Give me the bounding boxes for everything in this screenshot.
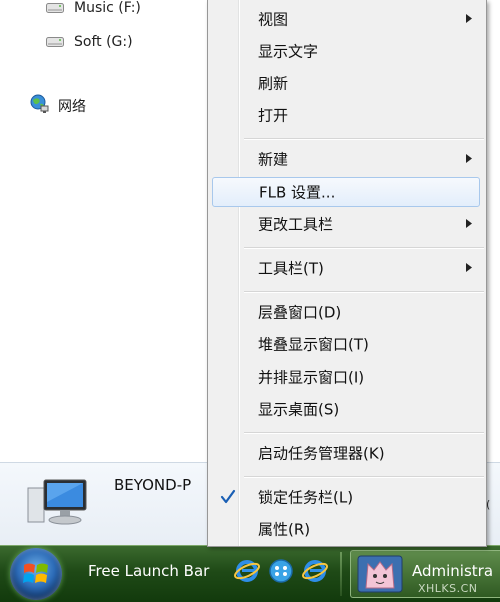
computer-icon <box>26 474 90 534</box>
menu-item-show-text[interactable]: 显示文字 <box>212 36 480 66</box>
menu-item-label: 更改工具栏 <box>258 215 334 234</box>
menu-item-properties[interactable]: 属性(R) <box>212 514 480 544</box>
submenu-arrow-icon <box>466 11 472 27</box>
free-launch-bar-label: Free Launch Bar <box>88 562 210 580</box>
menu-item-label: 工具栏(T) <box>258 259 324 278</box>
menu-item-toolbars[interactable]: 工具栏(T) <box>212 253 480 283</box>
hard-drive-icon <box>46 3 64 13</box>
menu-item-new[interactable]: 新建 <box>212 144 480 174</box>
drive-item-soft[interactable]: Soft (G:) <box>46 31 133 53</box>
menu-item-label: 新建 <box>258 150 289 169</box>
menu-item-label: 视图 <box>258 10 289 29</box>
menu-item-label: 刷新 <box>258 74 289 93</box>
menu-item-view[interactable]: 视图 <box>212 4 480 34</box>
menu-item-label: 层叠窗口(D) <box>258 303 342 322</box>
submenu-arrow-icon <box>466 260 472 276</box>
network-item[interactable]: 网络 <box>30 94 86 118</box>
network-globe-icon <box>30 94 50 118</box>
menu-item-label: FLB 设置... <box>259 183 336 202</box>
taskbar-divider <box>340 552 342 596</box>
user-avatar-icon <box>356 554 404 598</box>
menu-item-refresh[interactable]: 刷新 <box>212 68 480 98</box>
computer-name: BEYOND-P <box>114 476 192 494</box>
menu-separator <box>244 247 484 248</box>
windows-logo-icon <box>23 563 48 583</box>
menu-item-side-by-side[interactable]: 并排显示窗口(I) <box>212 362 480 392</box>
taskbar-context-menu: 视图 显示文字 刷新 打开 新建 FLB 设置... 更改工具栏 工具栏(T) … <box>207 0 487 547</box>
drive-label: Music (F:) <box>74 0 141 16</box>
submenu-arrow-icon <box>466 216 472 232</box>
drive-label: Soft (G:) <box>74 34 133 50</box>
menu-item-task-manager[interactable]: 启动任务管理器(K) <box>212 438 480 468</box>
menu-item-change-toolbar[interactable]: 更改工具栏 <box>212 209 480 239</box>
menu-item-cascade-windows[interactable]: 层叠窗口(D) <box>212 297 480 327</box>
menu-item-label: 属性(R) <box>258 520 311 539</box>
menu-separator <box>244 432 484 433</box>
internet-explorer-icon[interactable] <box>302 558 328 584</box>
drive-item-music[interactable]: Music (F:) <box>46 0 141 19</box>
menu-item-label: 显示桌面(S) <box>258 400 340 419</box>
network-label: 网络 <box>58 99 86 115</box>
menu-item-open[interactable]: 打开 <box>212 100 480 130</box>
show-desktop-icon[interactable] <box>268 558 294 584</box>
menu-separator <box>244 291 484 292</box>
checkmark-icon <box>216 485 240 509</box>
submenu-arrow-icon <box>466 151 472 167</box>
watermark: XHLKS.CN <box>418 582 478 595</box>
menu-separator <box>244 476 484 477</box>
hard-drive-icon <box>46 37 64 47</box>
menu-item-label: 打开 <box>258 106 289 125</box>
menu-item-label: 堆叠显示窗口(T) <box>258 335 369 354</box>
start-button[interactable] <box>10 548 62 600</box>
menu-item-label: 启动任务管理器(K) <box>258 444 385 463</box>
menu-item-lock-taskbar[interactable]: 锁定任务栏(L) <box>212 482 480 512</box>
menu-item-show-desktop[interactable]: 显示桌面(S) <box>212 394 480 424</box>
menu-item-label: 显示文字 <box>258 42 319 61</box>
taskbar-button-label: Administra <box>412 562 494 580</box>
internet-explorer-icon[interactable] <box>234 558 260 584</box>
menu-item-label: 并排显示窗口(I) <box>258 368 365 387</box>
menu-separator <box>244 138 484 139</box>
menu-item-flb-settings[interactable]: FLB 设置... <box>212 177 480 207</box>
menu-item-label: 锁定任务栏(L) <box>258 488 354 507</box>
menu-item-stack-windows[interactable]: 堆叠显示窗口(T) <box>212 329 480 359</box>
